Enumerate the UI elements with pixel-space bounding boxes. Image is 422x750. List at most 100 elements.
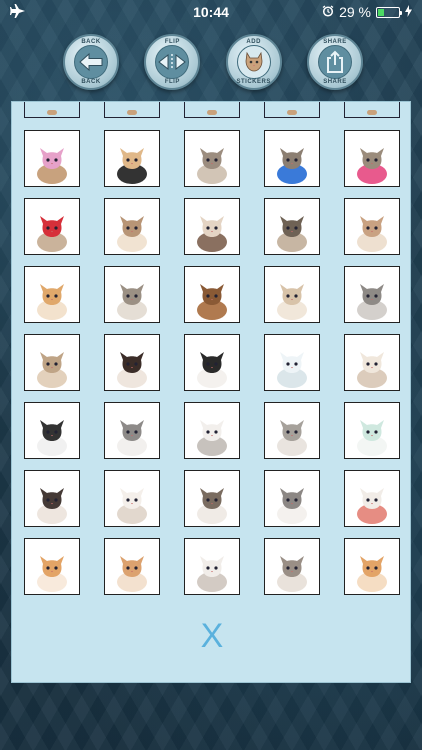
sticker-tabby-kittens-playing[interactable] [184,130,240,187]
battery-fill [378,8,384,16]
cat-image [357,556,387,592]
sticker-abyssinian-cat[interactable] [184,266,240,323]
sticker-orange-kitten-standing[interactable] [344,538,400,595]
cat-image [197,420,227,456]
cat-image [277,420,307,456]
sticker-panel[interactable]: X [11,101,411,683]
sticker-calico-kitten[interactable] [184,198,240,255]
cat-image [37,556,67,592]
sticker-kitten-yarn-ball[interactable] [344,130,400,187]
alarm-icon [322,4,334,20]
sticker-grey-white-cat-sitting[interactable] [264,470,320,527]
cat-image [117,216,147,252]
toolbar: BACK BACK FLIP FLIP ADD STICKERS SHARE S… [63,34,363,90]
sticker-tabby-white-cat[interactable] [184,470,240,527]
sticker-cat-laptop[interactable] [104,130,160,187]
sticker-siamese-cat-face[interactable] [104,334,160,391]
cat-image [117,284,147,320]
sticker-grey-white-cat[interactable] [104,402,160,459]
cat-image [37,420,67,456]
sticker-orange-white-kitten[interactable] [24,538,80,595]
sticker-white-persian-kitten[interactable] [264,334,320,391]
cat-image [117,148,147,184]
sticker-tabby-cat-sitting[interactable] [104,266,160,323]
sticker-cream-persian-kitten[interactable] [344,334,400,391]
sticker-kitten-food-bowl[interactable] [264,130,320,187]
flip-button-bottom-label: FLIP [164,79,180,85]
sticker-grey-tabby-cat[interactable] [264,402,320,459]
flip-icon [155,45,190,79]
scrolled-row-peek [12,102,410,118]
sticker-scottish-fold-kitten[interactable] [344,198,400,255]
cat-image [117,352,147,388]
cat-image [37,148,67,184]
cat-image [37,488,67,524]
battery-percent: 29 % [339,4,371,20]
sticker-white-cat-lying[interactable] [184,538,240,595]
status-right: 29 % [322,4,412,20]
cat-image [277,352,307,388]
back-button-bottom-label: BACK [81,79,101,85]
sticker-white-cat-yawning[interactable] [344,470,400,527]
sticker-tabby-kitten-walking[interactable] [104,198,160,255]
sticker-peek[interactable] [264,102,320,118]
sticker-siamese-cat[interactable] [24,470,80,527]
sticker-cat-gift-bag[interactable] [24,130,80,187]
sticker-peek[interactable] [104,102,160,118]
cat-image [197,216,227,252]
cat-image [197,284,227,320]
share-icon [317,45,352,79]
sticker-british-cream-cat[interactable] [264,266,320,323]
sticker-orange-kitten-rolling[interactable] [104,538,160,595]
share-button[interactable]: SHARE SHARE [306,34,363,90]
sticker-peek[interactable] [184,102,240,118]
cat-image [277,556,307,592]
cat-image [277,488,307,524]
sticker-white-cat-mint[interactable] [344,402,400,459]
sticker-white-cat-blue-eyes[interactable] [184,402,240,459]
sticker-tuxedo-cat-face[interactable] [184,334,240,391]
battery-icon [376,6,402,18]
cat-image [357,216,387,252]
cat-image [277,284,307,320]
back-button-top-label: BACK [81,39,101,45]
cat-image [37,352,67,388]
cat-image [37,216,67,252]
cat-image [117,556,147,592]
back-button[interactable]: BACK BACK [63,34,119,90]
add-stickers-button-bottom-label: STICKERS [236,79,271,85]
cat-image [37,284,67,320]
share-button-bottom-label: SHARE [323,79,347,85]
cat-image [197,352,227,388]
add-stickers-button-top-label: ADD [246,39,261,45]
sticker-peek[interactable] [24,102,80,118]
sticker-kitten-gift-box[interactable] [24,198,80,255]
sticker-silver-tabby-cat[interactable] [344,266,400,323]
cat-image [357,488,387,524]
cat-image [117,488,147,524]
flip-button-top-label: FLIP [164,39,180,45]
cat-image [357,148,387,184]
sticker-white-fluffy-cat[interactable] [104,470,160,527]
cat-image [117,420,147,456]
sticker-kittens-sleeping[interactable] [264,538,320,595]
sticker-peek[interactable] [344,102,400,118]
arrow-left-icon [74,45,108,79]
sticker-orange-kitten-lying[interactable] [24,266,80,323]
sticker-british-golden-cat[interactable] [24,334,80,391]
charging-icon [405,4,412,20]
sticker-tabby-kitten-sitting[interactable] [264,198,320,255]
share-button-top-label: SHARE [323,39,347,45]
flip-button[interactable]: FLIP FLIP [144,34,201,90]
cat-image [277,216,307,252]
cat-image [357,284,387,320]
add-stickers-button[interactable]: ADD STICKERS [225,34,282,90]
cat-image [197,488,227,524]
sticker-grid [24,130,400,595]
sticker-black-white-kitten[interactable] [24,402,80,459]
cat-image [277,148,307,184]
cat-image [197,556,227,592]
close-button[interactable]: X [197,617,227,656]
cat-image [357,420,387,456]
cat-sticker-icon [236,45,271,79]
